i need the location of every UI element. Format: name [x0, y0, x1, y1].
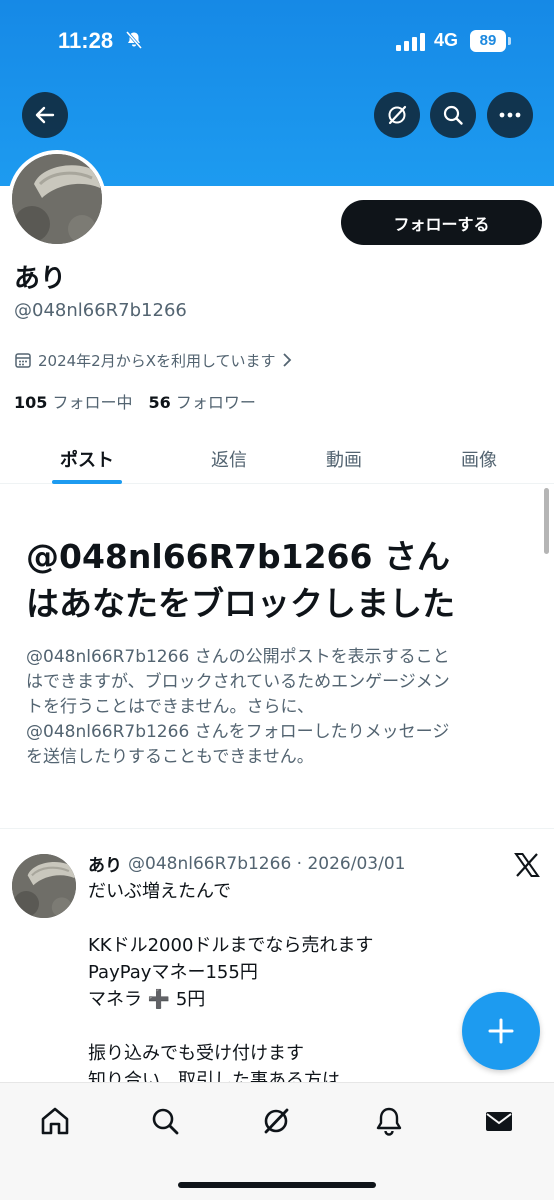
- blocked-desc-line: @048nl66R7b1266 さんの公開ポストを表示すること: [26, 647, 450, 667]
- grok-button[interactable]: [374, 92, 420, 138]
- post-line: マネラ ➕ 5円: [88, 989, 206, 1010]
- avatar-image: [12, 154, 102, 244]
- avatar-image: [12, 854, 76, 918]
- following-count: 105: [14, 393, 48, 412]
- following-label: フォロー中: [52, 393, 133, 412]
- envelope-icon: [486, 1112, 512, 1131]
- x-logo-icon: [514, 853, 540, 877]
- follow-button[interactable]: フォローする: [341, 200, 542, 245]
- post-line: KKドル2000ドルまでなら売れます: [88, 935, 374, 956]
- status-time: 11:28: [58, 28, 114, 53]
- plus-icon: [488, 1018, 514, 1044]
- blocked-desc-line: トを行うことはできません。さらに、: [26, 697, 314, 717]
- nav-grok[interactable]: [256, 1101, 296, 1141]
- joined-date[interactable]: 2024年2月からXを利用しています: [14, 348, 292, 372]
- bell-icon: [376, 1107, 402, 1136]
- post-avatar[interactable]: [12, 854, 76, 918]
- grok-icon: [388, 105, 407, 125]
- scrollbar[interactable]: [544, 488, 549, 554]
- tab-videos[interactable]: 動画: [294, 434, 394, 484]
- profile-tabs: ポスト 返信 動画 画像: [0, 434, 554, 484]
- blocked-description: @048nl66R7b1266 さんの公開ポストを表示すること はできますが、ブ…: [26, 645, 526, 770]
- more-button[interactable]: [487, 92, 533, 138]
- nav-notifications[interactable]: [369, 1101, 409, 1141]
- post-author-name[interactable]: あり: [88, 851, 122, 876]
- post-body[interactable]: だいぶ増えたんで KKドル2000ドルまでなら売れます PayPayマネー155…: [88, 878, 448, 1094]
- blocked-title-line1: @048nl66R7b1266 さん: [26, 537, 450, 576]
- blocked-desc-line: はできますが、ブロックされているためエンゲージメン: [26, 672, 450, 692]
- signal-icon: [396, 33, 425, 51]
- calendar-icon: [15, 353, 31, 368]
- followers-label: フォロワー: [175, 393, 256, 412]
- home-icon: [41, 1107, 69, 1135]
- search-icon: [443, 105, 463, 125]
- blocked-title: @048nl66R7b1266 さん はあなたをブロックしました: [26, 533, 536, 627]
- more-dots-icon: [499, 112, 521, 118]
- search-icon: [152, 1108, 179, 1135]
- blocked-title-line2: はあなたをブロックしました: [26, 584, 455, 623]
- compose-button[interactable]: [462, 992, 540, 1070]
- nav-messages[interactable]: [479, 1101, 519, 1141]
- search-button[interactable]: [430, 92, 476, 138]
- status-bar: 11:28 4G 89: [0, 0, 554, 84]
- blocked-desc-line: @048nl66R7b1266 さんをフォローしたりメッセージ: [26, 722, 450, 742]
- post-line: だいぶ増えたんで: [88, 881, 232, 902]
- tab-posts[interactable]: ポスト: [37, 434, 137, 484]
- followers-count: 56: [148, 393, 171, 412]
- battery-level: 89: [470, 30, 506, 52]
- grok-icon: [264, 1108, 289, 1134]
- tab-images[interactable]: 画像: [429, 434, 529, 484]
- back-button[interactable]: [22, 92, 68, 138]
- post-line: [88, 1013, 448, 1040]
- blocked-desc-line: を送信したりすることもできません。: [26, 747, 314, 767]
- profile-handle: @048nl66R7b1266: [14, 300, 187, 321]
- post-line: [88, 905, 448, 932]
- home-indicator: [178, 1182, 376, 1188]
- follow-counts: 105 フォロー中 56 フォロワー: [14, 389, 256, 413]
- display-name: あり: [14, 264, 67, 294]
- joined-text: 2024年2月からXを利用しています: [38, 351, 276, 370]
- tab-replies[interactable]: 返信: [179, 434, 279, 484]
- followers-link[interactable]: 56 フォロワー: [149, 389, 256, 413]
- post-header: あり @048nl66R7b1266 · 2026/03/01: [88, 851, 405, 877]
- nav-home[interactable]: [35, 1101, 75, 1141]
- following-link[interactable]: 105 フォロー中: [14, 389, 133, 413]
- post-line: PayPayマネー155円: [88, 962, 258, 983]
- section-divider: [0, 828, 554, 829]
- chevron-right-icon: [282, 353, 291, 367]
- nav-search[interactable]: [145, 1101, 185, 1141]
- arrow-left-icon: [35, 106, 55, 124]
- profile-avatar[interactable]: [8, 150, 106, 248]
- post-line: 振り込みでも受け付けます: [88, 1043, 304, 1064]
- battery-tip: [508, 37, 511, 45]
- post-handle-date[interactable]: @048nl66R7b1266 · 2026/03/01: [128, 854, 405, 874]
- active-tab-indicator: [52, 480, 122, 484]
- network-type: 4G: [434, 30, 459, 50]
- bell-slash-icon: [125, 31, 143, 49]
